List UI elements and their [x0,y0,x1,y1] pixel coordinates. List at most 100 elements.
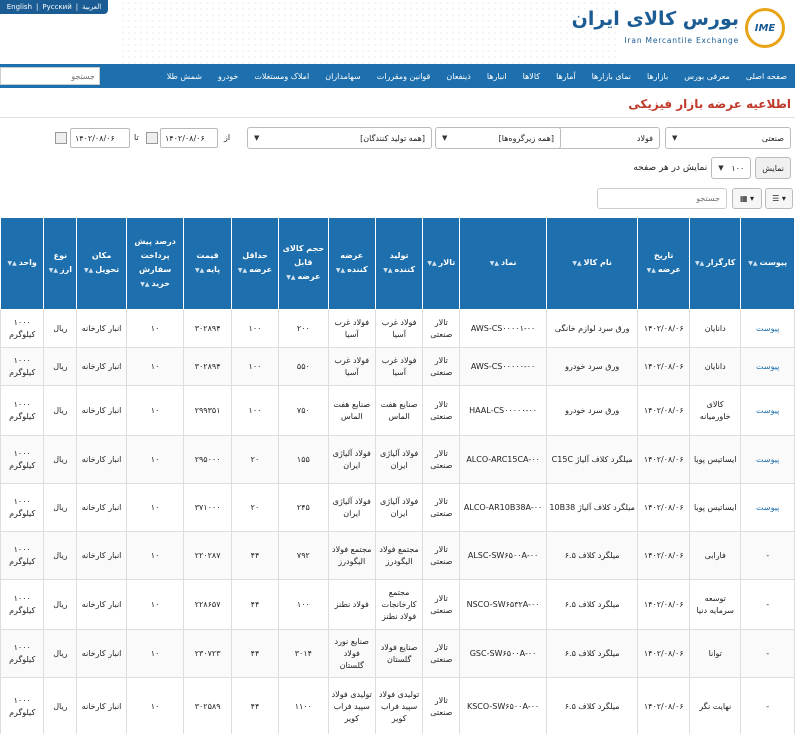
per-page-select[interactable]: ۱۰۰ ▼ [711,157,752,179]
nav-home[interactable]: صفحه اصلی [738,64,795,88]
table-cell: مجتمع فولاد الیگودرز [374,531,424,580]
table-cell: صنایع هفت الماس [327,385,376,436]
table-cell: ALSC-SW۶۵۰۰A-۰۰ [459,531,547,580]
table-cell: ۱۴۰۲/۰۸/۰۶ [637,347,690,386]
export-button[interactable]: ☰ ▾ [765,188,793,209]
table-cell: GSC-SW۶۵۰۰A-۰۰ [459,629,547,678]
table-cell[interactable]: پیوست [740,435,795,484]
site-search-input[interactable] [0,67,100,85]
sort-icon: ▲▼ [48,267,58,274]
nav-shareholders[interactable]: سهامداران [317,64,369,88]
table-cell: ۱۰ [125,531,185,580]
chevron-down-icon: ▼ [672,134,678,142]
table-cell: ۱۰۰۰ کیلوگرم [0,483,45,532]
table-cell: ۱۰ [125,629,185,678]
market-select[interactable]: صنعتی ▼ [665,127,791,149]
date-from-input[interactable]: ۱۴۰۲/۰۸/۰۶ [160,128,218,148]
table-cell: ۴۴ [230,579,280,630]
sort-icon: ▲▼ [694,260,705,267]
nav-about[interactable]: معرفی بورس [676,64,738,88]
nav-warehouses[interactable]: انبارها [479,64,515,88]
table-cell: AWS-CS۰۰۰۰۱-۰۰ [459,309,547,348]
table-cell: ۱۰ [125,483,185,532]
column-header[interactable]: نماد▲▼ [459,217,547,310]
column-header[interactable]: حجم کالای قابل عرضه▲▼ [278,217,329,310]
table-cell: - [740,579,795,630]
calendar-icon[interactable] [55,132,67,144]
column-header[interactable]: تاریخ عرضه▲▼ [637,217,690,310]
column-header[interactable]: تولید کننده▲▼ [374,217,424,310]
table-cell: ۱۰۰۰ کیلوگرم [0,677,45,734]
table-cell: تالار صنعتی [422,629,461,678]
table-cell: ریال [43,531,78,580]
sort-icon: ▲▼ [489,260,499,267]
column-header[interactable]: واحد▲▼ [0,217,45,310]
table-cell[interactable]: پیوست [740,385,795,436]
table-cell: ۳۰۲۵۸۹ [183,677,232,734]
table-search-input[interactable] [597,188,727,209]
nav-regulations[interactable]: قوانین ومقررات [369,64,439,88]
show-button[interactable]: نمایش [755,157,791,179]
nav-car[interactable]: خودرو [210,64,246,88]
table-cell: تالار صنعتی [422,483,461,532]
nav-statistics[interactable]: آمارها [548,64,583,88]
column-header[interactable]: عرضه کننده▲▼ [327,217,376,310]
sort-icon: ▲▼ [83,267,94,274]
table-cell[interactable]: پیوست [740,347,795,386]
title-divider [0,117,795,118]
table-cell[interactable]: پیوست [740,483,795,532]
table-cell: ریال [43,435,78,484]
table-cell: ۳۷۱۰۰۰ [183,483,232,532]
table-cell: ۱۴۰۲/۰۸/۰۶ [637,483,690,532]
nav-commodities[interactable]: کالاها [515,64,548,88]
column-header[interactable]: مکان تحویل▲▼ [76,217,127,310]
calendar-icon[interactable] [146,132,158,144]
table-cell: ۱۰ [125,579,185,630]
lang-english[interactable]: English [7,3,32,11]
table-header-row: پیوست▲▼ کارگزار▲▼ تاریخ عرضه▲▼ نام کالا▲▼ نم… [0,217,795,310]
table-cell: ورق سرد خودرو [545,385,639,436]
lang-russian[interactable]: Русский [42,3,71,11]
table-cell: صنایع نورد فولاد گلستان [327,629,376,678]
column-header[interactable]: کارگزار▲▼ [688,217,742,310]
main-nav: صفحه اصلی معرفی بورس بازارها نمای بازاره… [0,64,795,88]
column-header[interactable]: تالار▲▼ [422,217,461,310]
table-cell: صنایع فولاد گلستان [374,629,424,678]
from-label: از [224,133,231,142]
table-cell: ۳۰۲۸۹۴ [183,309,232,348]
column-header[interactable]: نام کالا▲▼ [545,217,639,310]
table-cell[interactable]: پیوست [740,309,795,348]
table-cell: ۱۰۰۰ کیلوگرم [0,531,45,580]
table-cell: میلگرد کلاف ۶.۵ [545,531,639,580]
lang-arabic[interactable]: العربية [82,3,101,11]
producer-select[interactable]: [همه تولید کنندگان] ▼ [247,127,432,149]
column-header[interactable]: حداقل عرضه▲▼ [230,217,280,310]
nav-stakeholders[interactable]: ذینفعان [438,64,478,88]
table-cell: AWS-CS۰۰۰۰۰-۰۰ [459,347,547,386]
nav-market-view[interactable]: نمای بازارها [584,64,639,88]
site-logo[interactable]: IME بورس کالای ایران Iran Mercantile Exc… [572,4,785,52]
chevron-down-icon: ▼ [718,164,724,172]
sort-icon: ▲▼ [140,281,150,288]
table-cell: فولاد آلیاژی ایران [374,483,424,532]
subgroup-select[interactable]: [همه زیرگروه‌ها] ▼ [435,127,561,149]
table-cell: ۱۰۰۰ کیلوگرم [0,385,45,436]
column-header[interactable]: قیمت پایه▲▼ [183,217,232,310]
sort-icon: ▲▼ [427,260,437,267]
nav-gold-bars[interactable]: شمش طلا [159,64,210,88]
columns-toggle-button[interactable]: ▦ ▾ [732,188,762,209]
column-header[interactable]: نوع ارز▲▼ [43,217,78,310]
sort-icon: ▲▼ [383,267,393,274]
table-cell: ۱۴۰۲/۰۸/۰۶ [637,309,690,348]
nav-real-estate[interactable]: املاک ومستغلات [246,64,317,88]
table-cell: مجتمع فولاد الیگودرز [327,531,376,580]
table-cell: تالار صنعتی [422,385,461,436]
column-header[interactable]: درصد پیش پرداخت سفارش خرید▲▼ [125,217,185,310]
column-header[interactable]: پیوست▲▼ [740,217,795,310]
nav-markets[interactable]: بازارها [639,64,676,88]
table-cell: فولاد آلیاژی ایران [327,435,376,484]
table-cell: فولاد نطنز [327,579,376,630]
date-to-input[interactable]: ۱۴۰۲/۰۸/۰۶ [70,128,130,148]
table-cell: میلگرد کلاف ۶.۵ [545,579,639,630]
sort-icon: ▲▼ [572,260,582,267]
